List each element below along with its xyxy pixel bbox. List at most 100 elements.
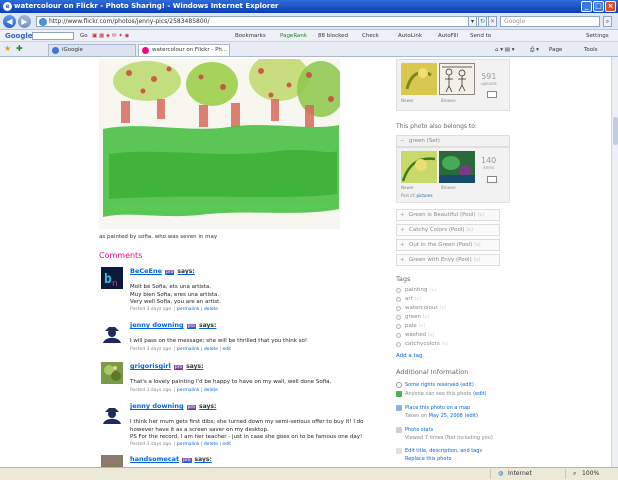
expand-icon[interactable]: + (400, 240, 405, 250)
remove-tag-link[interactable]: [x] (442, 342, 448, 347)
set-header[interactable]: − green (Set) (396, 135, 510, 147)
tag-item[interactable]: green [x] (396, 314, 429, 320)
remove-tag-link[interactable]: [x] (423, 315, 429, 320)
set-prev-thumbnail[interactable] (401, 151, 437, 183)
pool-item[interactable]: + Green is Beautiful (Pool) [x] (396, 209, 500, 221)
comment-author[interactable]: grigorisgirl pro says: (130, 362, 204, 370)
comment-author[interactable]: jenny downing pro says: (130, 321, 216, 329)
maximize-button[interactable]: □ (593, 1, 604, 12)
edit-row: Edit title, description, and tags (396, 448, 482, 454)
expand-icon[interactable]: + (400, 255, 405, 265)
edit-link[interactable]: edit (222, 442, 231, 447)
add-tag-link[interactable]: Add a tag (396, 353, 423, 359)
add-favorites-icon[interactable]: ✚ (16, 44, 23, 53)
browse-label[interactable]: Browse (441, 98, 456, 103)
tab-igoogle[interactable]: iGoogle (48, 44, 136, 56)
avatar[interactable] (101, 455, 123, 467)
bookmarks-button[interactable]: Bookmarks (235, 30, 266, 42)
page-menu[interactable]: Page (549, 44, 562, 56)
tag-item[interactable]: watercolour [x] (396, 305, 446, 311)
avatar[interactable] (101, 362, 123, 384)
set-count: 140 items (481, 156, 497, 170)
autofill-button[interactable]: AutoFill (438, 30, 458, 42)
tag-item[interactable]: art [x] (396, 296, 421, 302)
tab-flickr[interactable]: watercolour on Flickr - Ph... (138, 44, 230, 56)
permalink-link[interactable]: permalink (177, 388, 200, 393)
collapse-icon[interactable]: − (400, 136, 405, 146)
set-next-thumbnail[interactable] (439, 151, 475, 183)
remove-tag-link[interactable]: [x] (419, 324, 425, 329)
settings-button[interactable]: Settings (586, 30, 609, 42)
slideshow-icon[interactable] (487, 91, 497, 98)
pool-item[interactable]: + Out in the Green (Pool) [x] (396, 239, 500, 251)
remove-tag-link[interactable]: [x] (428, 333, 434, 338)
edit-link[interactable]: edit (222, 347, 231, 352)
google-search-box[interactable] (32, 32, 74, 40)
minimize-button[interactable]: _ (581, 1, 592, 12)
tag-item[interactable]: pale [x] (396, 323, 425, 329)
address-dropdown[interactable]: ▾ (468, 16, 477, 27)
zoom-icon[interactable]: ⌕ (573, 468, 576, 480)
search-icon[interactable]: ⌕ (603, 16, 612, 27)
comment-author[interactable]: jenny downing pro says: (130, 402, 216, 410)
toolbar-icons[interactable]: ▣ ▦ ◈ ✉ ✦ ◉ (92, 30, 129, 42)
pagerank-indicator: PageRank (280, 33, 308, 39)
pool-item[interactable]: + Catchy Colors (Pool) [x] (396, 224, 500, 236)
scrollbar-thumb[interactable] (613, 117, 618, 145)
tag-item[interactable]: painting [x] (396, 287, 436, 293)
spell-check-button[interactable]: Check (362, 30, 379, 42)
set-slideshow-icon[interactable] (487, 176, 497, 183)
delete-link[interactable]: delete (204, 388, 218, 393)
tag-item[interactable]: washed [x] (396, 332, 434, 338)
main-photo[interactable] (99, 59, 340, 229)
delete-link[interactable]: delete (204, 347, 218, 352)
remove-tag-link[interactable]: [x] (415, 297, 421, 302)
part-of-link[interactable]: pictures (417, 193, 433, 198)
vertical-scrollbar[interactable] (611, 57, 618, 467)
send-to-button[interactable]: Send to (470, 30, 491, 42)
remove-pool-link[interactable]: [x] (474, 243, 480, 248)
remove-tag-link[interactable]: [x] (430, 288, 436, 293)
permalink-link[interactable]: permalink (177, 347, 200, 352)
remove-pool-link[interactable]: [x] (467, 228, 473, 233)
autolink-button[interactable]: AutoLink (398, 30, 422, 42)
prev-thumbnail[interactable] (401, 63, 437, 95)
next-thumbnail[interactable] (439, 63, 475, 95)
comment-meta: Posted 3 days ago. | permalink | delete … (130, 442, 232, 447)
go-button[interactable]: Go (80, 30, 88, 42)
forward-button[interactable]: ▶ (18, 15, 31, 28)
stop-icon[interactable]: × (488, 16, 497, 27)
tools-menu[interactable]: Tools (584, 44, 598, 56)
zoom-level[interactable]: 100% (582, 468, 599, 480)
pool-item[interactable]: + Green with Envy (Pool) [x] (396, 254, 500, 266)
remove-tag-link[interactable]: [x] (440, 306, 446, 311)
tag-icon (396, 297, 401, 302)
close-button[interactable]: × (605, 1, 616, 12)
comment-author[interactable]: BeCeEne pro says: (130, 267, 195, 275)
permalink-link[interactable]: permalink (177, 307, 200, 312)
avatar[interactable] (101, 321, 123, 343)
refresh-icon[interactable]: ↻ (478, 16, 487, 27)
home-icon[interactable]: ⌂ ▾ ▤ ▾ (495, 44, 514, 56)
comment-author[interactable]: handsomecat pro says: (130, 455, 212, 463)
newer-label[interactable]: Newer (401, 98, 414, 103)
address-field[interactable]: http://www.flickr.com/photos/jenny-pics/… (36, 16, 496, 27)
print-icon[interactable]: ⎙ ▾ (530, 44, 539, 56)
delete-link[interactable]: delete (204, 442, 218, 447)
tag-item[interactable]: catchycolors [x] (396, 341, 448, 347)
set-browse-label[interactable]: Browse (441, 185, 456, 190)
avatar[interactable]: bn (101, 267, 123, 289)
search-input[interactable]: Google (500, 16, 600, 27)
back-button[interactable]: ◀ (3, 15, 16, 28)
popup-blocked-button[interactable]: 88 blocked (318, 30, 348, 42)
set-newer-label[interactable]: Newer (401, 185, 414, 190)
avatar[interactable] (101, 402, 123, 424)
expand-icon[interactable]: + (400, 225, 405, 235)
delete-link[interactable]: delete (204, 307, 218, 312)
expand-icon[interactable]: + (400, 210, 405, 220)
remove-pool-link[interactable]: [x] (474, 258, 480, 263)
favorites-star-icon[interactable]: ★ (4, 44, 11, 53)
permalink-link[interactable]: permalink (177, 442, 200, 447)
window-controls: _ □ × (581, 1, 616, 12)
remove-pool-link[interactable]: [x] (478, 213, 484, 218)
